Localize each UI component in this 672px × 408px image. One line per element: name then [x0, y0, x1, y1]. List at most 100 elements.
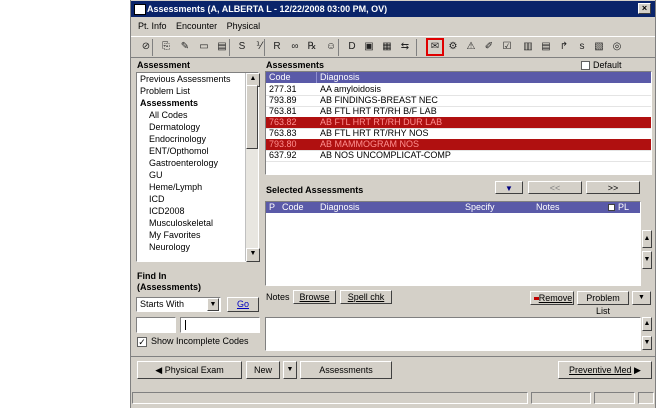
notes-dropdown-icon[interactable]: ▼: [632, 291, 651, 305]
tree-item[interactable]: Assessments: [137, 98, 242, 109]
move-down-icon[interactable]: ▼: [642, 251, 652, 269]
close-button[interactable]: ×: [638, 3, 651, 14]
notes-scroll-down-icon[interactable]: ▼: [642, 336, 652, 350]
transfer-icon[interactable]: ⇆: [398, 40, 412, 54]
tree-item[interactable]: All Codes: [137, 110, 242, 121]
notes-label: Notes: [266, 292, 290, 302]
warning-icon[interactable]: ⚠: [464, 40, 478, 54]
rx-icon[interactable]: ℞: [305, 40, 319, 54]
status-panel-4: [638, 392, 654, 404]
printer-icon[interactable]: ▣: [362, 40, 376, 54]
column-p[interactable]: P: [269, 202, 275, 213]
spell-check-button[interactable]: Spell chk: [340, 290, 392, 304]
selected-dropdown-button[interactable]: ▼: [495, 181, 523, 194]
preventive-med-button[interactable]: Preventive Med ▶: [558, 361, 652, 379]
problem-list-button[interactable]: Problem List: [577, 291, 629, 316]
column-pl[interactable]: PL: [618, 202, 629, 213]
r-icon[interactable]: R: [270, 40, 284, 54]
text-icon[interactable]: ▤: [215, 40, 229, 54]
dx-icon[interactable]: D: [345, 40, 359, 54]
code-cell: 277.31: [269, 84, 297, 94]
notes-textarea[interactable]: [265, 317, 641, 351]
table-icon[interactable]: ▥: [521, 40, 535, 54]
tree-item[interactable]: My Favorites: [137, 230, 242, 241]
stop-icon[interactable]: ⊘: [139, 40, 153, 54]
diagnosis-cell: AA amyloidosis: [320, 84, 382, 94]
default-checkbox[interactable]: [581, 61, 590, 70]
tree-item[interactable]: Gastroenterology: [137, 158, 242, 169]
flow-icon[interactable]: ↱: [557, 40, 571, 54]
show-incomplete-label: Show Incomplete Codes: [151, 336, 249, 346]
code-cell: 793.80: [269, 139, 297, 149]
image-icon[interactable]: ▦: [380, 40, 394, 54]
column-specify[interactable]: Specify: [465, 202, 495, 213]
find-input-2[interactable]: [180, 317, 260, 333]
badge-icon[interactable]: ⚙: [446, 40, 460, 54]
tree-item[interactable]: Endocrinology: [137, 134, 242, 145]
menu-encounter[interactable]: Encounter: [176, 21, 217, 31]
tree-item[interactable]: GU: [137, 170, 242, 181]
menu-physical[interactable]: Physical: [227, 21, 261, 31]
toolbar-separator: [416, 39, 417, 56]
code-cell: 763.81: [269, 106, 297, 116]
new-dropdown-icon[interactable]: ▼: [283, 361, 297, 379]
note-icon[interactable]: ▭: [197, 40, 211, 54]
pl-checkbox[interactable]: [608, 204, 615, 211]
starts-with-select[interactable]: Starts With ▼: [136, 297, 221, 312]
find-input-1[interactable]: [136, 317, 176, 333]
assessments-nav-button[interactable]: Assessments: [300, 361, 392, 379]
next-button[interactable]: >>: [586, 181, 640, 194]
show-incomplete-checkbox[interactable]: ✓: [137, 337, 147, 347]
form-icon[interactable]: ▤: [539, 40, 553, 54]
selected-assessments-grid: P Code Diagnosis Specify Notes PL: [265, 201, 641, 286]
s-icon[interactable]: S: [235, 40, 249, 54]
code-cell: 763.83: [269, 128, 297, 138]
sd-icon[interactable]: s: [575, 40, 589, 54]
go-button[interactable]: Go: [227, 297, 259, 312]
assessment-header: Assessment: [137, 60, 191, 70]
gear-icon[interactable]: ∞: [288, 40, 302, 54]
tree-item[interactable]: Problem List: [137, 86, 242, 97]
chevron-down-icon[interactable]: ▼: [207, 298, 219, 311]
notes-scroll-up-icon[interactable]: ▲: [642, 317, 652, 331]
menu-pt-info[interactable]: Pt. Info: [138, 21, 167, 31]
tree-item[interactable]: ICD2008: [137, 206, 242, 217]
tree-item[interactable]: ENT/Opthomol: [137, 146, 242, 157]
tree-item[interactable]: Musculoskeletal: [137, 218, 242, 229]
tree-item[interactable]: Dermatology: [137, 122, 242, 133]
scroll-down-icon[interactable]: ▼: [246, 248, 260, 262]
assessments-icon[interactable]: ✉: [426, 38, 444, 56]
refresh-icon[interactable]: ◎: [610, 40, 624, 54]
assessment-tree: Neurology My Favorites Musculoskeletal ICD2…: [136, 72, 260, 262]
column-diagnosis[interactable]: Diagnosis: [320, 72, 360, 83]
person-icon[interactable]: ☺: [324, 40, 338, 54]
new-button[interactable]: New: [246, 361, 280, 379]
copy-icon[interactable]: ⎘: [159, 40, 173, 54]
document-icon[interactable]: ▧: [592, 40, 606, 54]
tree-item[interactable]: Neurology: [137, 242, 242, 253]
table-row[interactable]: 637.92 AB NOS UNCOMPLICAT-COMP: [266, 150, 651, 162]
column-diagnosis[interactable]: Diagnosis: [320, 202, 360, 213]
prev-button[interactable]: <<: [528, 181, 582, 194]
divider: [131, 356, 655, 357]
column-code[interactable]: Code: [269, 72, 291, 83]
column-divider: [316, 72, 317, 83]
column-notes[interactable]: Notes: [536, 202, 560, 213]
tree-item[interactable]: ICD: [137, 194, 242, 205]
pencil-icon[interactable]: ✐: [482, 40, 496, 54]
move-up-icon[interactable]: ▲: [642, 230, 652, 248]
browse-button[interactable]: Browse: [293, 290, 336, 304]
tree-scrollbar[interactable]: ▲ ▼: [245, 73, 260, 262]
edit-icon[interactable]: ✎: [178, 40, 192, 54]
physical-exam-button[interactable]: ◀ Physical Exam: [137, 361, 242, 379]
scroll-thumb[interactable]: [246, 85, 258, 149]
column-code[interactable]: Code: [282, 202, 304, 213]
tree-item[interactable]: Heme/Lymph: [137, 182, 242, 193]
remove-button[interactable]: Remove: [530, 291, 574, 305]
status-panel-2: [531, 392, 591, 404]
diagnosis-cell: AB FINDINGS-BREAST NEC: [320, 95, 438, 105]
chart-icon[interactable]: ☑: [500, 40, 514, 54]
preventive-med-label: Preventive Med: [569, 365, 632, 375]
tree-item[interactable]: Previous Assessments: [137, 74, 242, 85]
toolbar: ⊘ ⎘ ✎ ▭ ▤ S ⅟ R ∞ ℞ ☺ D ▣ ▦ ⇆ ✉ ⚙ ⚠ ✐ ☑ ▥ ▤ ↱ s ▧ ◎: [131, 36, 655, 58]
